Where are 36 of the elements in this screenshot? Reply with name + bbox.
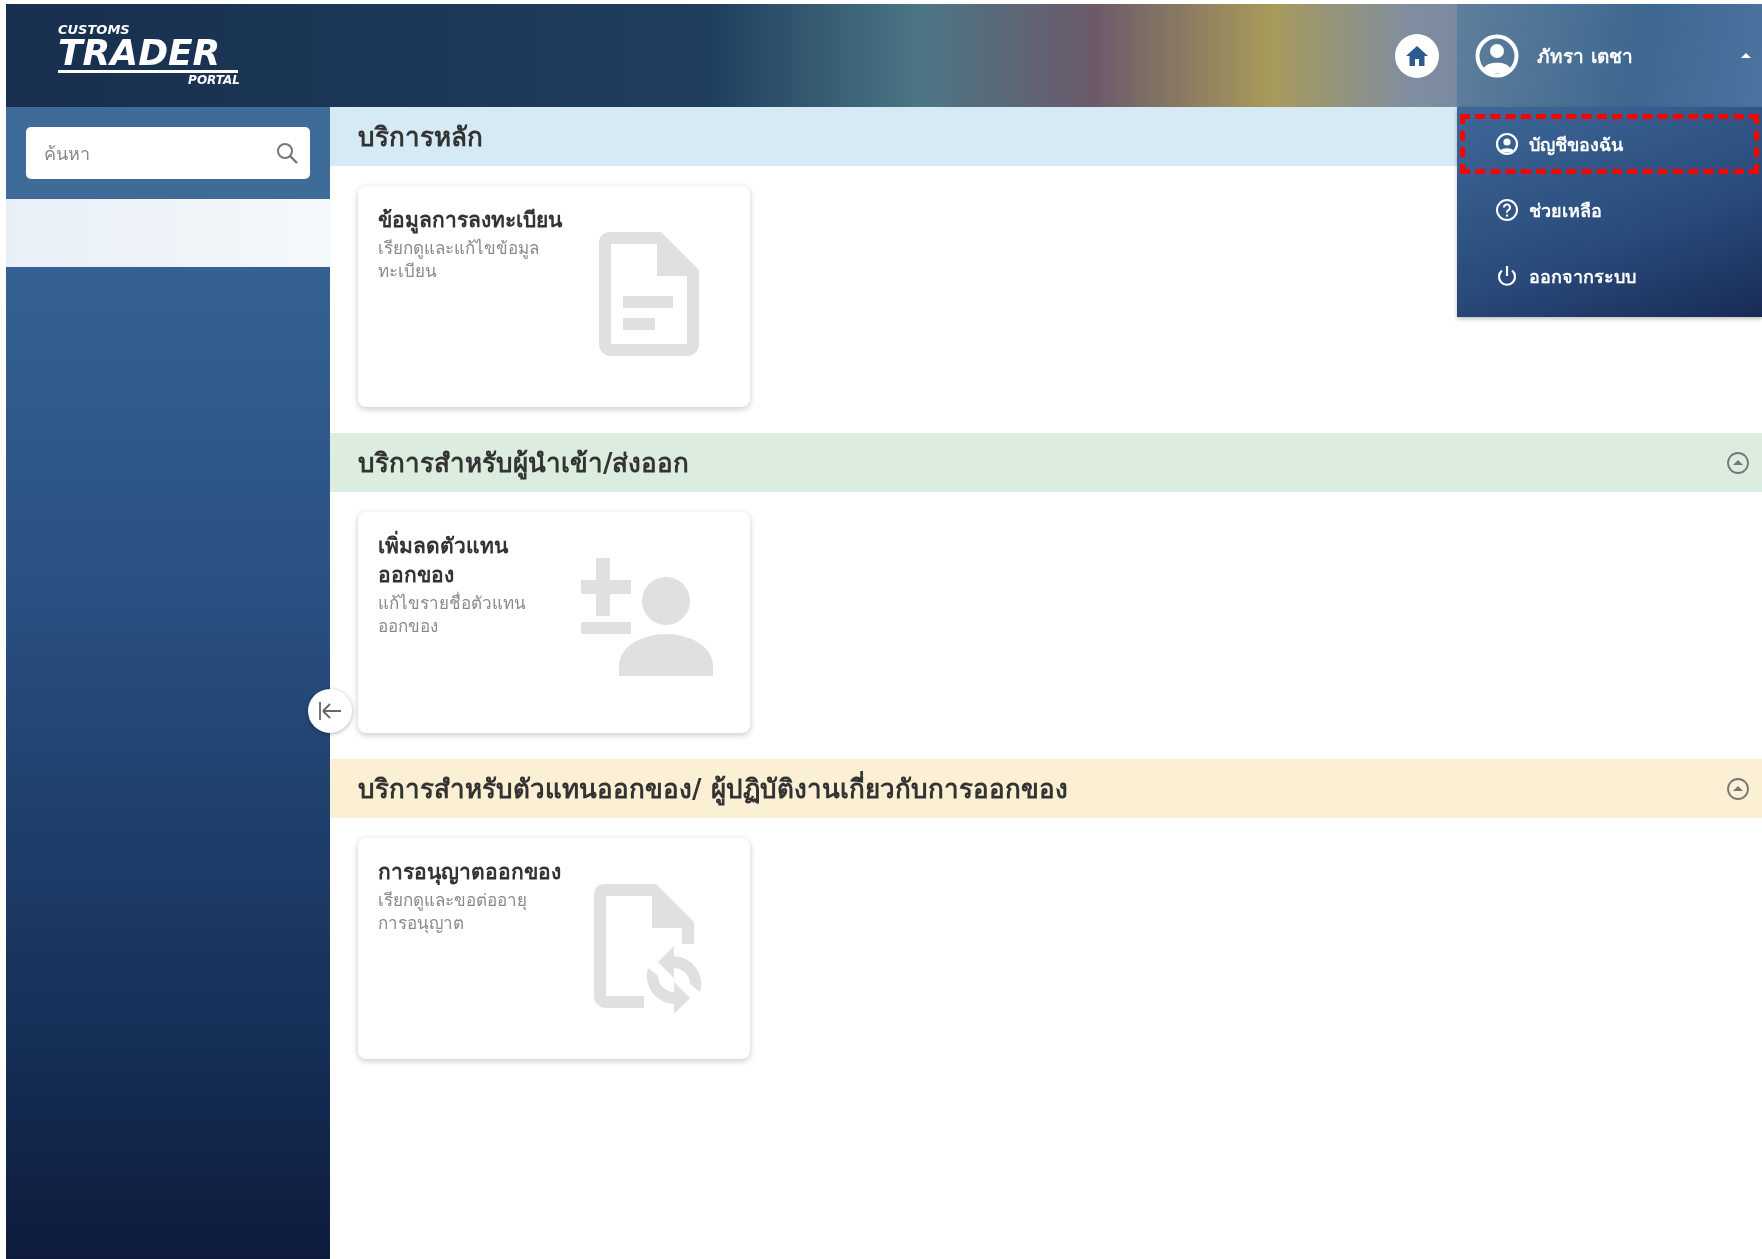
user-circle-icon	[1495, 132, 1519, 156]
user-menu-button[interactable]: ภัทรา เตชา	[1457, 4, 1762, 107]
menu-item[interactable]: บัญชีของฉัน	[1457, 111, 1762, 177]
home-button[interactable]	[1395, 33, 1439, 78]
collapse-left-icon	[318, 701, 342, 721]
help-icon	[1495, 198, 1519, 222]
logo-text: CUSTOMS	[58, 23, 131, 36]
section-title: บริการสำหรับตัวแทนออกของ/ ผู้ปฏิบัติงานเกี่ยวกับการออกของ	[358, 768, 1068, 809]
card-description: แก้ไขรายชื่อตัวแทน ออกของ	[378, 592, 527, 638]
card-description: เรียกดูและแก้ไขข้อมูล ทะเบียน	[378, 237, 540, 283]
search-icon	[276, 142, 298, 164]
user-avatar-icon	[1475, 33, 1519, 78]
menu-item-label: ออกจากระบบ	[1529, 264, 1636, 289]
menu-item[interactable]: ออกจากระบบ	[1457, 243, 1762, 309]
collapse-toggle-icon[interactable]	[1726, 776, 1750, 801]
collapse-sidebar-button[interactable]	[308, 689, 352, 733]
menu-item-label: บัญชีของฉัน	[1529, 132, 1623, 158]
document-sync-icon	[594, 884, 704, 1014]
collapse-toggle-icon[interactable]	[1726, 450, 1750, 475]
card-title: ข้อมูลการลงทะเบียน	[378, 207, 564, 235]
power-icon	[1495, 264, 1519, 288]
search-field[interactable]: ค้นหา	[26, 127, 310, 179]
card-title: เพิ่มลดตัวแทน ออกของ	[378, 532, 568, 590]
card-description: เรียกดูและขอต่ออายุ การอนุญาต	[378, 889, 528, 935]
menu-item[interactable]: ช่วยเหลือ	[1457, 177, 1762, 243]
service-card[interactable]: เพิ่มลดตัวแทน ออกของ แก้ไขรายชื่อตัวแทน ออกของ	[358, 512, 750, 733]
menu-item-label: ช่วยเหลือ	[1529, 198, 1602, 223]
logo-text: TRADER	[58, 36, 238, 73]
service-card[interactable]: การอนุญาตออกของ เรียกดูและขอต่ออายุ การอนุญาต	[358, 838, 750, 1059]
card-title: การอนุญาตออกของ	[378, 859, 562, 887]
section-title: บริการหลัก	[358, 121, 483, 154]
document-icon	[599, 232, 699, 356]
service-card[interactable]: ข้อมูลการลงทะเบียน เรียกดูและแก้ไขข้อมูล ทะเบียน	[358, 186, 750, 407]
home-icon	[1406, 45, 1428, 66]
logo-text: PORTAL	[188, 73, 240, 88]
section-title: บริการสำหรับผู้นำเข้า/ส่งออก	[358, 447, 690, 482]
